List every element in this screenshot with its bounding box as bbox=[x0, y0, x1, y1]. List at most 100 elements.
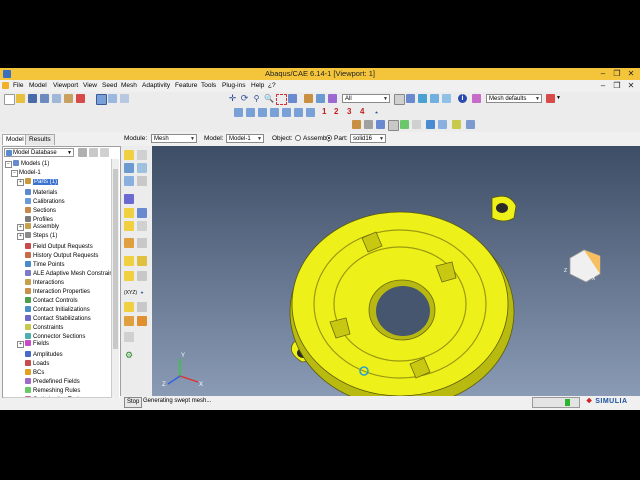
pan-icon[interactable]: ✛ bbox=[228, 94, 237, 103]
tree-model-1[interactable]: − Model-1 bbox=[11, 169, 41, 178]
tree-item-assembly[interactable]: + Assembly bbox=[17, 223, 59, 232]
tree-filter-icon[interactable] bbox=[78, 148, 87, 157]
tree-item-materials[interactable]: Materials bbox=[17, 187, 57, 196]
tree-item-constraints[interactable]: Constraints bbox=[17, 322, 63, 331]
tree-item-fields[interactable]: + Fields bbox=[17, 340, 49, 349]
box-zoom-icon[interactable] bbox=[276, 94, 287, 105]
select-box-icon[interactable] bbox=[394, 94, 405, 105]
color-code-icon[interactable] bbox=[546, 94, 555, 103]
save-icon[interactable] bbox=[28, 94, 37, 103]
info-icon[interactable]: i bbox=[458, 94, 467, 103]
menu-adaptivity[interactable]: Adaptivity bbox=[142, 82, 170, 89]
assign-stack-icon[interactable] bbox=[124, 302, 134, 312]
menu-file[interactable]: File bbox=[13, 82, 23, 89]
view-front-icon[interactable] bbox=[234, 108, 243, 117]
print-icon[interactable] bbox=[40, 94, 49, 103]
expand-icon[interactable]: + bbox=[17, 224, 24, 231]
view-back-icon[interactable] bbox=[246, 108, 255, 117]
chevron-down-icon[interactable]: ▼ bbox=[556, 94, 565, 103]
magnify-icon[interactable]: ⚲ bbox=[252, 94, 261, 103]
hidden-line-icon[interactable] bbox=[442, 94, 451, 103]
viewport-canvas[interactable]: Z X Y Z X bbox=[152, 146, 640, 397]
tree-item-loads[interactable]: Loads bbox=[17, 358, 49, 367]
remove-icon[interactable] bbox=[388, 120, 399, 131]
mesh-part-icon[interactable] bbox=[124, 163, 134, 173]
close-icon[interactable]: ✕ bbox=[624, 69, 638, 79]
menu-help[interactable]: Help bbox=[251, 82, 264, 89]
tree-scrollbar-thumb[interactable] bbox=[113, 169, 118, 349]
tree-item-interaction-properties[interactable]: Interaction Properties bbox=[17, 286, 90, 295]
menu-view[interactable]: View bbox=[83, 82, 97, 89]
mesh-defaults-select[interactable]: Mesh defaults ▼ bbox=[486, 94, 542, 103]
restore-icon[interactable]: ❐ bbox=[610, 69, 624, 79]
view-cube[interactable]: Z X bbox=[564, 249, 601, 283]
create-surface-icon[interactable] bbox=[137, 316, 147, 326]
tree-models-root[interactable]: − Models (1) bbox=[5, 160, 49, 169]
menu-mesh[interactable]: Mesh bbox=[121, 82, 137, 89]
render-style-icon[interactable] bbox=[406, 94, 415, 103]
sweep-path-icon[interactable] bbox=[124, 332, 134, 342]
element-type-icon[interactable] bbox=[137, 176, 147, 186]
part-select[interactable]: solid16 ▼ bbox=[350, 134, 386, 143]
selection-filter-select[interactable]: All ▼ bbox=[342, 94, 390, 103]
tree-item-contact-stabilizations[interactable]: Contact Stabilizations bbox=[17, 313, 91, 322]
tree-item-predefined-fields[interactable]: Predefined Fields bbox=[17, 376, 80, 385]
view-right-icon[interactable] bbox=[294, 108, 303, 117]
cycle-views-icon[interactable] bbox=[304, 94, 313, 103]
zoom-icon[interactable]: 🔍 bbox=[264, 94, 274, 103]
virtual-topology-icon[interactable] bbox=[137, 221, 147, 231]
open-file-icon[interactable] bbox=[16, 94, 25, 103]
step-4-button[interactable]: 4 bbox=[360, 107, 364, 116]
partition-face-icon[interactable] bbox=[137, 208, 147, 218]
tree-item-parts-1[interactable]: + Parts (1) bbox=[17, 178, 59, 187]
seed-edges-icon[interactable] bbox=[137, 150, 147, 160]
tree-item-history-output-requests[interactable]: History Output Requests bbox=[17, 250, 98, 259]
part-radio[interactable] bbox=[326, 135, 332, 141]
tree-item-remeshing-rules[interactable]: Remeshing Rules bbox=[17, 385, 80, 394]
tree-item-contact-initializations[interactable]: Contact Initializations bbox=[17, 304, 90, 313]
view-bottom-icon[interactable] bbox=[270, 108, 279, 117]
triad-icon[interactable]: ⋆ bbox=[372, 108, 381, 117]
adaptivity-icon[interactable] bbox=[124, 271, 134, 281]
display-options-icon[interactable] bbox=[426, 120, 435, 129]
csys-icon[interactable]: (XYZ) bbox=[124, 288, 137, 298]
tab-results[interactable]: Results bbox=[25, 134, 55, 145]
iso-view-icon[interactable] bbox=[316, 94, 325, 103]
mesh-region-icon[interactable] bbox=[137, 163, 147, 173]
verify-mesh-icon[interactable] bbox=[124, 194, 134, 204]
plug-icon[interactable] bbox=[76, 94, 85, 103]
mesh-display-icon[interactable] bbox=[438, 120, 447, 129]
tile-viewports-icon[interactable] bbox=[108, 94, 117, 103]
inner-restore-icon[interactable]: ❐ bbox=[610, 81, 624, 91]
model-select[interactable]: Model-1 ▼ bbox=[226, 134, 264, 143]
new-file-icon[interactable] bbox=[4, 94, 15, 105]
inner-minimize-icon[interactable]: – bbox=[596, 81, 610, 91]
expand-icon[interactable]: + bbox=[17, 233, 24, 240]
tree-item-profiles[interactable]: Profiles bbox=[17, 214, 53, 223]
display-group-icon[interactable] bbox=[412, 120, 421, 129]
gear-icon[interactable]: ⚙ bbox=[124, 350, 134, 360]
tree-collapse-icon[interactable] bbox=[100, 148, 109, 157]
export-icon[interactable] bbox=[64, 94, 73, 103]
view-top-icon[interactable] bbox=[258, 108, 267, 117]
auto-fit-icon[interactable] bbox=[288, 94, 297, 103]
shaded-icon[interactable] bbox=[430, 94, 439, 103]
views-toolbar-icon[interactable] bbox=[328, 94, 337, 103]
module-select[interactable]: Mesh ▼ bbox=[151, 134, 197, 143]
menu-seed[interactable]: Seed bbox=[102, 82, 117, 89]
tree-item-field-output-requests[interactable]: Field Output Requests bbox=[17, 241, 93, 250]
step-2-button[interactable]: 2 bbox=[334, 107, 338, 116]
tree-item-interactions[interactable]: Interactions bbox=[17, 277, 64, 286]
axis-icon[interactable]: ⋆ bbox=[137, 288, 147, 298]
assembly-radio[interactable] bbox=[295, 135, 301, 141]
wireframe-icon[interactable] bbox=[418, 94, 427, 103]
replace-icon[interactable] bbox=[376, 120, 385, 129]
datum-point-icon[interactable] bbox=[124, 238, 134, 248]
add-icon[interactable] bbox=[400, 120, 409, 129]
query-element-icon[interactable] bbox=[124, 316, 134, 326]
tab-model[interactable]: Model bbox=[2, 134, 28, 145]
undo-icon[interactable] bbox=[352, 120, 361, 129]
minimize-icon[interactable]: – bbox=[596, 69, 610, 79]
tree-item-contact-controls[interactable]: Contact Controls bbox=[17, 295, 78, 304]
menu-plugins[interactable]: Plug-ins bbox=[222, 82, 245, 89]
